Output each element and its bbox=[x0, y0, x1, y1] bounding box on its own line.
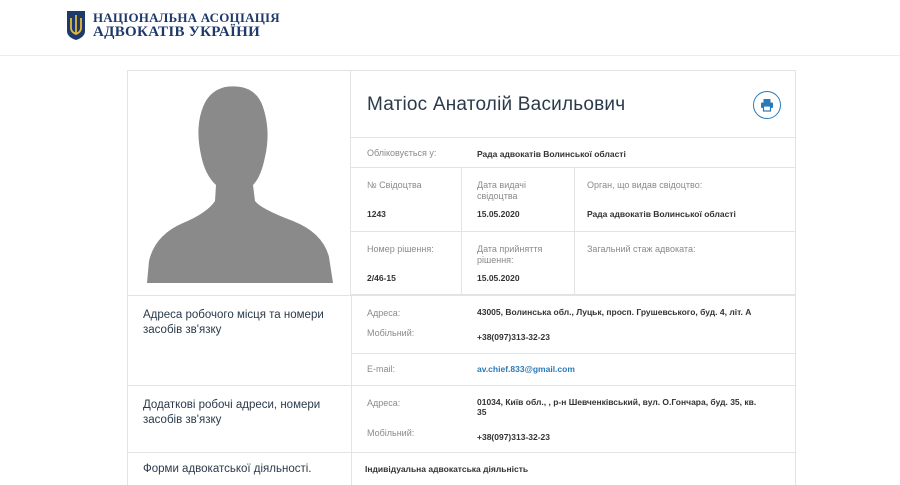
logo-line2: АДВОКАТІВ УКРАЇНИ bbox=[93, 24, 261, 40]
workplace-section: Адреса робочого місця та номери засобів … bbox=[128, 295, 796, 385]
cert-no-label: № Свідоцтва bbox=[367, 180, 422, 190]
name-row: Матіос Анатолій Васильович bbox=[351, 71, 796, 138]
workplace-address-label: Адреса: bbox=[367, 308, 401, 318]
decision-no-label: Номер рішення: bbox=[367, 244, 434, 254]
avatar-placeholder-icon bbox=[147, 86, 333, 283]
additional-mobile-label: Мобільний: bbox=[367, 428, 415, 438]
printer-icon bbox=[761, 99, 773, 112]
decision-date-value: 15.05.2020 bbox=[477, 273, 520, 283]
photo-cell bbox=[128, 71, 351, 295]
additional-address-label: Адреса: bbox=[367, 398, 401, 408]
additional-mobile-value: +38(097)313-32-23 bbox=[477, 432, 551, 442]
print-button[interactable] bbox=[753, 91, 781, 119]
registered-label: Обліковується у: bbox=[367, 148, 437, 158]
workplace-email-link[interactable]: av.chief.833@gmail.com bbox=[477, 364, 575, 374]
cert-no-value: 1243 bbox=[367, 209, 386, 219]
site-logo[interactable]: НАЦІОНАЛЬНА АСОЦІАЦІЯ АДВОКАТІВ УКРАЇНИ bbox=[65, 9, 280, 41]
workplace-address-value: 43005, Волинська обл., Луцьк, просп. Гру… bbox=[477, 307, 752, 317]
logo-line1: НАЦІОНАЛЬНА АСОЦІАЦІЯ bbox=[93, 10, 280, 25]
workplace-mobile-value: +38(097)313-32-23 bbox=[477, 332, 551, 342]
certificate-row: № Свідоцтва 1243 Дата видачі свідоцтва 1… bbox=[351, 168, 796, 232]
site-header: НАЦІОНАЛЬНА АСОЦІАЦІЯ АДВОКАТІВ УКРАЇНИ bbox=[0, 0, 900, 56]
forms-value: Індивідуальна адвокатська діяльність bbox=[365, 464, 529, 474]
forms-title: Форми адвокатської діяльності. bbox=[143, 463, 312, 475]
registered-value: Рада адвокатів Волинської області bbox=[477, 149, 626, 159]
experience-label: Загальний стаж адвоката: bbox=[587, 244, 696, 254]
additional-address-value: 01034, Київ обл., , р-н Шевченківський, … bbox=[477, 397, 757, 417]
additional-title: Додаткові робочі адреси, номери засобів … bbox=[143, 399, 321, 426]
workplace-email-label: E-mail: bbox=[367, 364, 396, 374]
lawyer-profile-card: Матіос Анатолій Васильович Обліковується… bbox=[127, 70, 796, 485]
cert-date-value: 15.05.2020 bbox=[477, 209, 520, 219]
decision-row: Номер рішення: 2/46-15 Дата прийняття рі… bbox=[351, 232, 796, 295]
forms-section: Форми адвокатської діяльності. Індивідуа… bbox=[128, 452, 796, 485]
lawyer-name: Матіос Анатолій Васильович bbox=[367, 94, 626, 115]
issuer-value: Рада адвокатів Волинської області bbox=[587, 209, 736, 219]
additional-section: Додаткові робочі адреси, номери засобів … bbox=[128, 385, 796, 452]
decision-no-value: 2/46-15 bbox=[367, 273, 396, 283]
trident-emblem-icon bbox=[67, 11, 85, 40]
cert-date-label: Дата видачі свідоцтва bbox=[477, 180, 526, 201]
workplace-mobile-label: Мобільний: bbox=[367, 328, 415, 338]
registered-row: Обліковується у: Рада адвокатів Волинськ… bbox=[351, 138, 796, 168]
workplace-title: Адреса робочого місця та номери засобів … bbox=[143, 309, 324, 336]
issuer-label: Орган, що видав свідоцтво: bbox=[587, 180, 703, 190]
decision-date-label: Дата прийняття рішення: bbox=[477, 244, 543, 265]
